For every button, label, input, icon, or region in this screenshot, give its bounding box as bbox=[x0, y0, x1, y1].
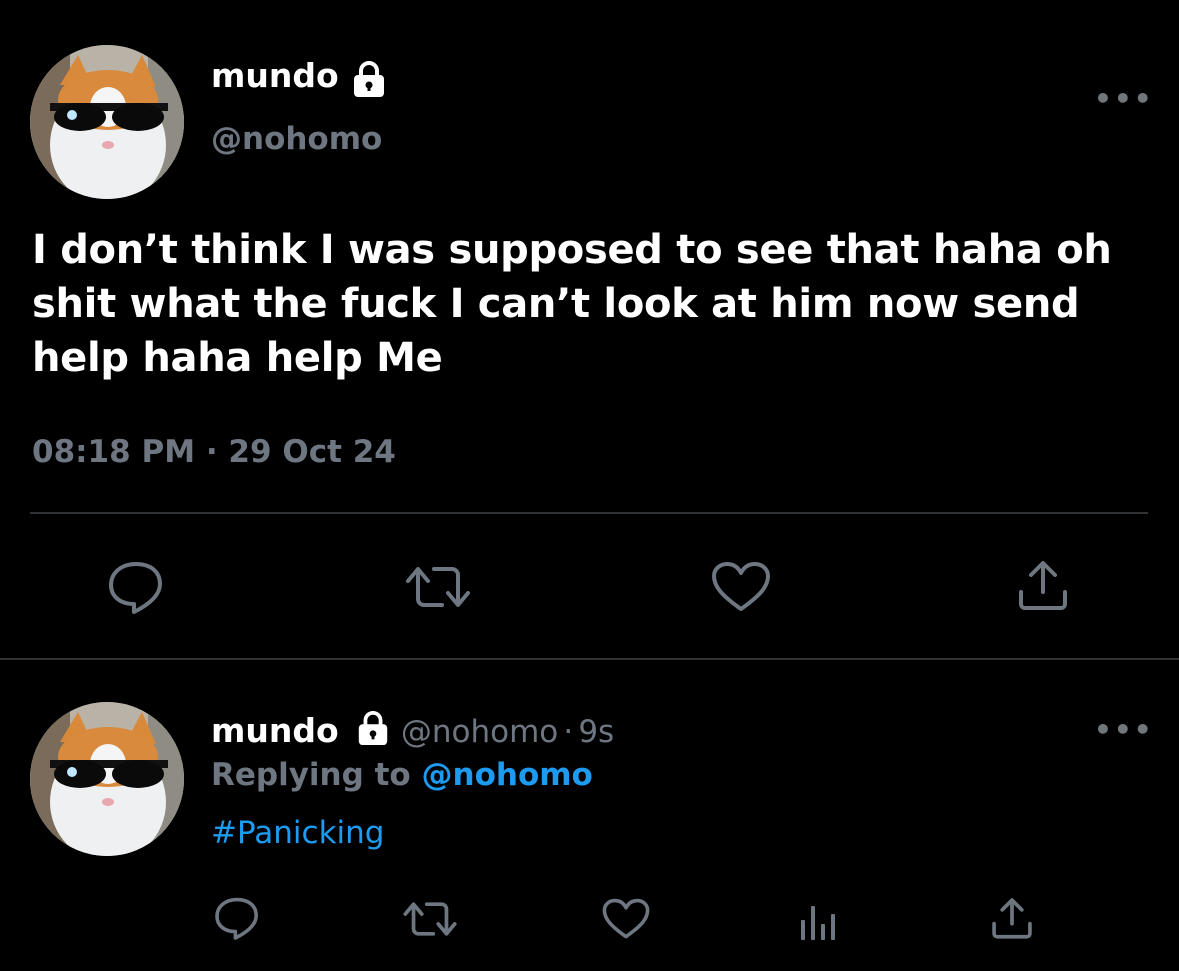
reply-handle[interactable]: @nohomo bbox=[401, 714, 558, 750]
reply-avatar[interactable] bbox=[30, 702, 184, 856]
timestamp-separator: · bbox=[205, 434, 218, 470]
share-icon[interactable] bbox=[990, 896, 1034, 940]
analytics-icon[interactable] bbox=[798, 898, 838, 942]
hashtag-link[interactable]: #Panicking bbox=[211, 815, 384, 851]
avatar-image bbox=[30, 45, 184, 199]
reply-icon[interactable] bbox=[106, 560, 166, 614]
more-options-button[interactable]: ••• bbox=[1094, 82, 1154, 115]
tweet-date: 29 Oct 24 bbox=[228, 434, 396, 470]
reply-age: 9s bbox=[578, 714, 615, 750]
like-icon[interactable] bbox=[602, 898, 650, 940]
handle[interactable]: @nohomo bbox=[211, 121, 382, 157]
replying-to-label: Replying to bbox=[211, 757, 411, 793]
retweet-icon[interactable] bbox=[402, 899, 458, 939]
reply-display-name[interactable]: mundo bbox=[211, 711, 339, 750]
divider bbox=[30, 512, 1148, 514]
avatar[interactable] bbox=[30, 45, 184, 199]
timestamp: 08:18 PM · 29 Oct 24 bbox=[32, 434, 396, 470]
replying-to: Replying to @nohomo bbox=[211, 757, 593, 793]
lock-icon bbox=[354, 61, 384, 97]
tweet-text: I don’t think I was supposed to see that… bbox=[32, 227, 1112, 381]
reply-header: mundo @nohomo · 9s bbox=[211, 710, 614, 750]
display-name[interactable]: mundo bbox=[211, 56, 339, 95]
tweet-time: 08:18 PM bbox=[32, 434, 196, 470]
retweet-icon[interactable] bbox=[404, 563, 472, 611]
reply-icon[interactable] bbox=[213, 896, 261, 940]
avatar-image bbox=[30, 702, 184, 856]
reply-more-options-button[interactable]: ••• bbox=[1094, 713, 1154, 746]
section-divider bbox=[0, 658, 1179, 660]
reply-dot: · bbox=[563, 714, 574, 750]
like-icon[interactable] bbox=[711, 561, 771, 613]
lock-icon bbox=[358, 711, 387, 746]
share-icon[interactable] bbox=[1016, 558, 1070, 612]
replying-to-handle-link[interactable]: @nohomo bbox=[422, 757, 593, 793]
